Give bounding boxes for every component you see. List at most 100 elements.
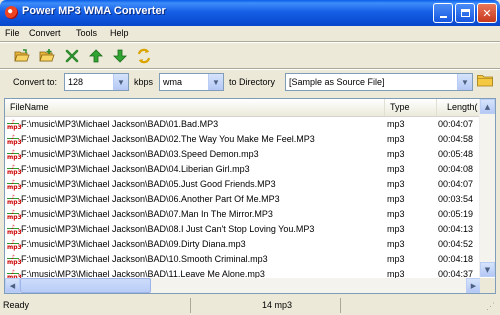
folder-icon: [477, 75, 493, 87]
toolbar: [0, 43, 500, 69]
chevron-down-icon[interactable]: ▼: [208, 74, 223, 90]
column-header-length[interactable]: Length(: [437, 99, 481, 116]
convert-settings-bar: Convert to: 128 ▼ kbps wma ▼ to Director…: [0, 70, 500, 96]
file-length-cell: 00:04:52: [438, 239, 474, 249]
status-text: Ready: [3, 300, 30, 310]
table-row[interactable]: ♪ mp3 F:\music\MP3\Michael Jackson\BAD\01.…: [5, 117, 481, 132]
directory-value: [Sample as Source File]: [289, 77, 385, 87]
column-header-type[interactable]: Type: [385, 99, 437, 116]
resize-grip-icon[interactable]: ⋰: [486, 301, 495, 312]
add-files-icon: [39, 49, 55, 62]
kbps-label: kbps: [134, 77, 154, 87]
table-row[interactable]: ♪ mp3 F:\music\MP3\Michael Jackson\BAD\08.…: [5, 222, 481, 237]
file-type-cell: mp3: [387, 209, 405, 219]
move-down-icon: [113, 49, 127, 63]
file-type-cell: mp3: [387, 119, 405, 129]
app-window: Power MP3 WMA Converter ✕ File Convert T…: [0, 0, 500, 315]
file-length-cell: 00:05:48: [438, 149, 474, 159]
bitrate-value: 128: [68, 77, 84, 87]
mp3-file-icon: ♪mp3: [7, 194, 22, 206]
file-type-cell: mp3: [387, 149, 405, 159]
column-header-filename[interactable]: FileName: [5, 99, 385, 116]
file-name-cell: F:\music\MP3\Michael Jackson\BAD\04.Libe…: [21, 164, 250, 174]
to-directory-label: to Directory: [229, 77, 276, 87]
mp3-file-icon: ♪mp3: [7, 239, 22, 251]
file-length-cell: 00:04:18: [438, 254, 474, 264]
mp3-file-icon: ♪mp3: [7, 119, 22, 131]
file-list[interactable]: FileName Type Length( ♪ mp3 F:\music\MP3\M…: [4, 98, 496, 294]
window-title: Power MP3 WMA Converter: [22, 5, 166, 17]
scroll-left-icon[interactable]: ◀: [5, 278, 20, 293]
format-value: wma: [163, 77, 183, 87]
table-row[interactable]: ♪ mp3 F:\music\MP3\Michael Jackson\BAD\09.…: [5, 237, 481, 252]
horizontal-scroll-thumb[interactable]: [20, 278, 151, 293]
file-type-cell: mp3: [387, 164, 405, 174]
file-name-cell: F:\music\MP3\Michael Jackson\BAD\03.Spee…: [21, 149, 259, 159]
chevron-down-icon[interactable]: ▼: [113, 74, 128, 90]
file-name-cell: F:\music\MP3\Michael Jackson\BAD\10.Smoo…: [21, 254, 268, 264]
maximize-button[interactable]: [455, 3, 475, 23]
menu-file[interactable]: File: [5, 28, 20, 38]
status-panel-count: 14 mp3: [190, 298, 341, 313]
move-down-button[interactable]: [111, 47, 129, 65]
file-type-cell: mp3: [387, 254, 405, 264]
mp3-file-icon: ♪mp3: [7, 254, 22, 266]
directory-select[interactable]: [Sample as Source File] ▼: [285, 73, 473, 91]
add-files-button[interactable]: [38, 47, 56, 65]
mp3-file-icon: ♪mp3: [7, 209, 22, 221]
move-up-icon: [89, 49, 103, 63]
scroll-up-icon[interactable]: ▲: [480, 99, 495, 114]
list-header: FileName Type Length(: [5, 99, 481, 117]
file-type-cell: mp3: [387, 239, 405, 249]
table-row[interactable]: ♪ mp3 F:\music\MP3\Michael Jackson\BAD\07.…: [5, 207, 481, 222]
minimize-icon: [439, 15, 447, 18]
move-up-button[interactable]: [87, 47, 105, 65]
file-count-text: 14 mp3: [262, 300, 293, 310]
convert-to-label: Convert to:: [13, 77, 58, 87]
file-name-cell: F:\music\MP3\Michael Jackson\BAD\09.Dirt…: [21, 239, 246, 249]
delete-button[interactable]: [63, 47, 81, 65]
app-icon[interactable]: [5, 6, 18, 19]
file-type-cell: mp3: [387, 194, 405, 204]
mp3-file-icon: ♪mp3: [7, 179, 22, 191]
menu-convert[interactable]: Convert: [29, 28, 61, 38]
scroll-right-icon[interactable]: ▶: [466, 278, 481, 293]
status-panel-empty: [340, 298, 481, 313]
file-length-cell: 00:03:54: [438, 194, 474, 204]
bitrate-select[interactable]: 128 ▼: [64, 73, 129, 91]
file-name-cell: F:\music\MP3\Michael Jackson\BAD\07.Man …: [21, 209, 273, 219]
table-row[interactable]: ♪ mp3 F:\music\MP3\Michael Jackson\BAD\03.…: [5, 147, 481, 162]
menu-help[interactable]: Help: [110, 28, 129, 38]
vertical-scrollbar[interactable]: ▲ ▼: [479, 99, 495, 277]
menu-tools[interactable]: Tools: [76, 28, 97, 38]
close-button[interactable]: ✕: [477, 3, 497, 23]
minimize-button[interactable]: [433, 3, 453, 23]
scroll-down-icon[interactable]: ▼: [480, 262, 495, 277]
format-select[interactable]: wma ▼: [159, 73, 224, 91]
close-icon: ✕: [482, 6, 492, 20]
browse-folder-button[interactable]: [477, 74, 493, 87]
table-row[interactable]: ♪ mp3 F:\music\MP3\Michael Jackson\BAD\10.…: [5, 252, 481, 267]
table-row[interactable]: ♪ mp3 F:\music\MP3\Michael Jackson\BAD\02.…: [5, 132, 481, 147]
status-bar: Ready 14 mp3 ⋰: [0, 297, 500, 315]
horizontal-scrollbar[interactable]: ◀ ▶: [5, 278, 481, 293]
convert-button[interactable]: [135, 47, 153, 65]
file-length-cell: 00:05:19: [438, 209, 474, 219]
file-length-cell: 00:04:58: [438, 134, 474, 144]
chevron-down-icon[interactable]: ▼: [457, 74, 472, 90]
file-type-cell: mp3: [387, 134, 405, 144]
file-name-cell: F:\music\MP3\Michael Jackson\BAD\02.The …: [21, 134, 315, 144]
file-name-cell: F:\music\MP3\Michael Jackson\BAD\06.Anot…: [21, 194, 280, 204]
file-length-cell: 00:04:08: [438, 164, 474, 174]
file-type-cell: mp3: [387, 224, 405, 234]
table-row[interactable]: ♪ mp3 F:\music\MP3\Michael Jackson\BAD\04.…: [5, 162, 481, 177]
open-folder-button[interactable]: [13, 47, 31, 65]
title-bar[interactable]: Power MP3 WMA Converter ✕: [0, 0, 500, 26]
menu-bar: File Convert Tools Help: [0, 26, 500, 42]
mp3-file-icon: ♪mp3: [7, 149, 22, 161]
table-row[interactable]: ♪ mp3 F:\music\MP3\Michael Jackson\BAD\06.…: [5, 192, 481, 207]
file-length-cell: 00:04:07: [438, 119, 474, 129]
file-length-cell: 00:04:07: [438, 179, 474, 189]
table-row[interactable]: ♪ mp3 F:\music\MP3\Michael Jackson\BAD\05.…: [5, 177, 481, 192]
file-name-cell: F:\music\MP3\Michael Jackson\BAD\08.I Ju…: [21, 224, 315, 234]
